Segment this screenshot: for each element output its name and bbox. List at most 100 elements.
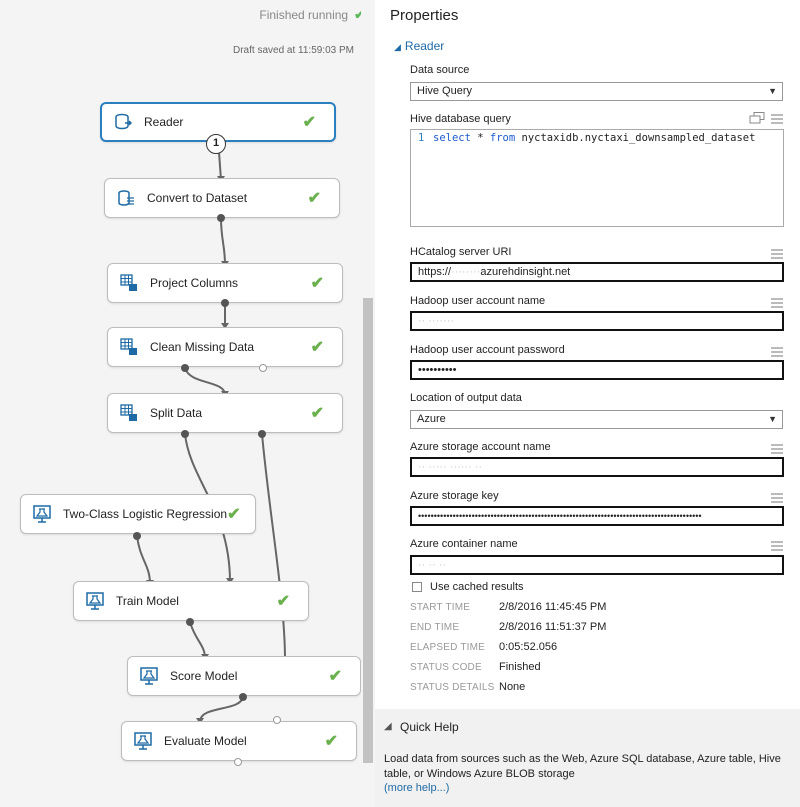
database-icon	[114, 113, 132, 131]
quick-help-text: Load data from sources such as the Web, …	[384, 753, 781, 780]
storage-key-input[interactable]: ••••••••••••••••••••••••••••••••••••••••…	[410, 506, 784, 526]
output-port[interactable]	[217, 214, 225, 222]
module-convert-to-dataset[interactable]: Convert to Dataset ✔	[104, 178, 340, 218]
parameter-menu-icon[interactable]	[771, 114, 783, 126]
data-source-label: Data source	[410, 64, 470, 76]
dropdown-arrow-icon: ▼	[768, 86, 777, 96]
hcatalog-uri-input[interactable]: https://········azurehdinsight.net	[410, 262, 784, 282]
module-split-data[interactable]: Split Data ✔	[107, 393, 343, 433]
parameter-menu-icon[interactable]	[771, 541, 783, 553]
check-icon: ✔	[302, 114, 316, 131]
edge-logreg-train	[136, 535, 151, 585]
status-code-key: STATUS CODE	[410, 662, 482, 673]
start-time-key: START TIME	[410, 602, 471, 613]
hive-query-label: Hive database query	[410, 113, 511, 125]
output-port-cleaning-transform[interactable]	[259, 364, 267, 372]
output-location-value: Azure	[417, 413, 446, 425]
input-port-2[interactable]	[273, 716, 281, 724]
output-port[interactable]	[221, 299, 229, 307]
properties-panel: Properties ◢ Reader Data source Hive Quer…	[375, 0, 800, 807]
output-port-2[interactable]	[258, 430, 266, 438]
status-details-key: STATUS DETAILS	[410, 682, 495, 693]
check-icon: ✔	[324, 733, 338, 750]
output-port[interactable]	[186, 618, 194, 626]
output-port[interactable]	[234, 758, 242, 766]
check-icon: ✔	[310, 405, 324, 422]
output-location-select[interactable]: Azure ▼	[410, 410, 783, 429]
output-port-badge[interactable]: 1	[206, 134, 226, 154]
more-help-link[interactable]: (more help...)	[384, 782, 449, 794]
module-label: Train Model	[116, 594, 179, 608]
module-label: Convert to Dataset	[147, 191, 248, 205]
module-label: Evaluate Model	[164, 734, 247, 748]
container-name-label: Azure container name	[410, 538, 518, 550]
container-name-input[interactable]: ·· ·· ··	[410, 555, 784, 575]
check-icon: ✔	[310, 339, 324, 356]
dropdown-arrow-icon: ▼	[768, 414, 777, 424]
hcatalog-uri-label: HCatalog server URI	[410, 246, 512, 258]
end-time-key: END TIME	[410, 622, 460, 633]
parameter-menu-icon[interactable]	[771, 493, 783, 505]
hadoop-user-input[interactable]: ·· ·······	[410, 311, 784, 331]
parameter-menu-icon[interactable]	[771, 298, 783, 310]
quick-help-title[interactable]: Quick Help	[400, 720, 459, 734]
sql-token: nyctaxidb.nyctaxi_downsampled_dataset	[515, 132, 756, 144]
section-toggle-reader[interactable]: ◢ Reader	[394, 39, 444, 53]
hcatalog-uri-start: https://	[418, 266, 452, 278]
parameter-menu-icon[interactable]	[771, 249, 783, 261]
storage-account-label: Azure storage account name	[410, 441, 551, 453]
module-label: Two-Class Logistic Regression	[63, 507, 228, 521]
start-time-value: 2/8/2016 11:45:45 PM	[499, 601, 607, 613]
check-icon: ✔	[310, 275, 324, 292]
hive-query-editor[interactable]: 1 select * from nyctaxidb.nyctaxi_downsa…	[410, 129, 784, 227]
model-icon	[140, 667, 158, 685]
check-icon: ✔	[307, 190, 321, 207]
module-two-class-logistic-regression[interactable]: Two-Class Logistic Regression ✔	[20, 494, 256, 534]
experiment-canvas[interactable]: Finished running ✔ Draft saved at 11:59:0…	[0, 0, 375, 807]
module-score-model[interactable]: Score Model ✔	[127, 656, 361, 696]
use-cached-results-checkbox[interactable]	[412, 582, 422, 592]
output-location-label: Location of output data	[410, 392, 522, 404]
model-icon	[134, 732, 152, 750]
parameter-menu-icon[interactable]	[771, 444, 783, 456]
module-clean-missing-data[interactable]: Clean Missing Data ✔	[107, 327, 343, 367]
model-icon	[86, 592, 104, 610]
module-label: Reader	[144, 115, 184, 129]
output-port-1[interactable]	[181, 430, 189, 438]
status-details-value: None	[499, 681, 526, 693]
output-port[interactable]	[239, 693, 247, 701]
data-source-select[interactable]: Hive Query ▼	[410, 82, 783, 101]
redacted-text: ·· ·· ··	[418, 559, 447, 571]
edge-split-score	[261, 433, 286, 661]
output-port-cleaned[interactable]	[181, 364, 189, 372]
parameter-menu-icon[interactable]	[771, 347, 783, 359]
collapse-triangle-icon[interactable]: ◢	[384, 721, 392, 732]
redacted-text: ········	[451, 266, 481, 278]
elapsed-time-value: 0:05:52.056	[499, 641, 558, 653]
use-cached-results-label: Use cached results	[430, 581, 524, 593]
redacted-text: ·· ····· ······ ··	[418, 461, 483, 473]
output-port[interactable]	[133, 532, 141, 540]
edge-train-score	[189, 621, 206, 659]
section-label: Reader	[404, 39, 445, 53]
edge-convert-project	[220, 217, 226, 266]
redacted-text: ·· ·······	[418, 315, 455, 327]
canvas-scrollbar-thumb[interactable]	[363, 298, 373, 763]
module-project-columns[interactable]: Project Columns ✔	[107, 263, 343, 303]
popout-editor-icon[interactable]	[749, 112, 765, 124]
check-icon: ✔	[276, 593, 290, 610]
hadoop-password-input[interactable]: ••••••••••	[410, 360, 784, 380]
storage-key-label: Azure storage key	[410, 490, 499, 502]
sql-token: *	[470, 132, 490, 144]
table-transform-icon	[120, 404, 138, 422]
module-label: Clean Missing Data	[150, 340, 255, 354]
storage-account-input[interactable]: ·· ····· ······ ··	[410, 457, 784, 477]
line-number: 1	[418, 132, 425, 144]
collapse-triangle-icon: ◢	[394, 42, 401, 52]
module-label: Score Model	[170, 669, 238, 683]
module-train-model[interactable]: Train Model ✔	[73, 581, 309, 621]
end-time-value: 2/8/2016 11:51:37 PM	[499, 621, 607, 633]
module-evaluate-model[interactable]: Evaluate Model ✔	[121, 721, 357, 761]
module-label: Split Data	[150, 406, 203, 420]
panel-title: Properties	[390, 7, 459, 24]
